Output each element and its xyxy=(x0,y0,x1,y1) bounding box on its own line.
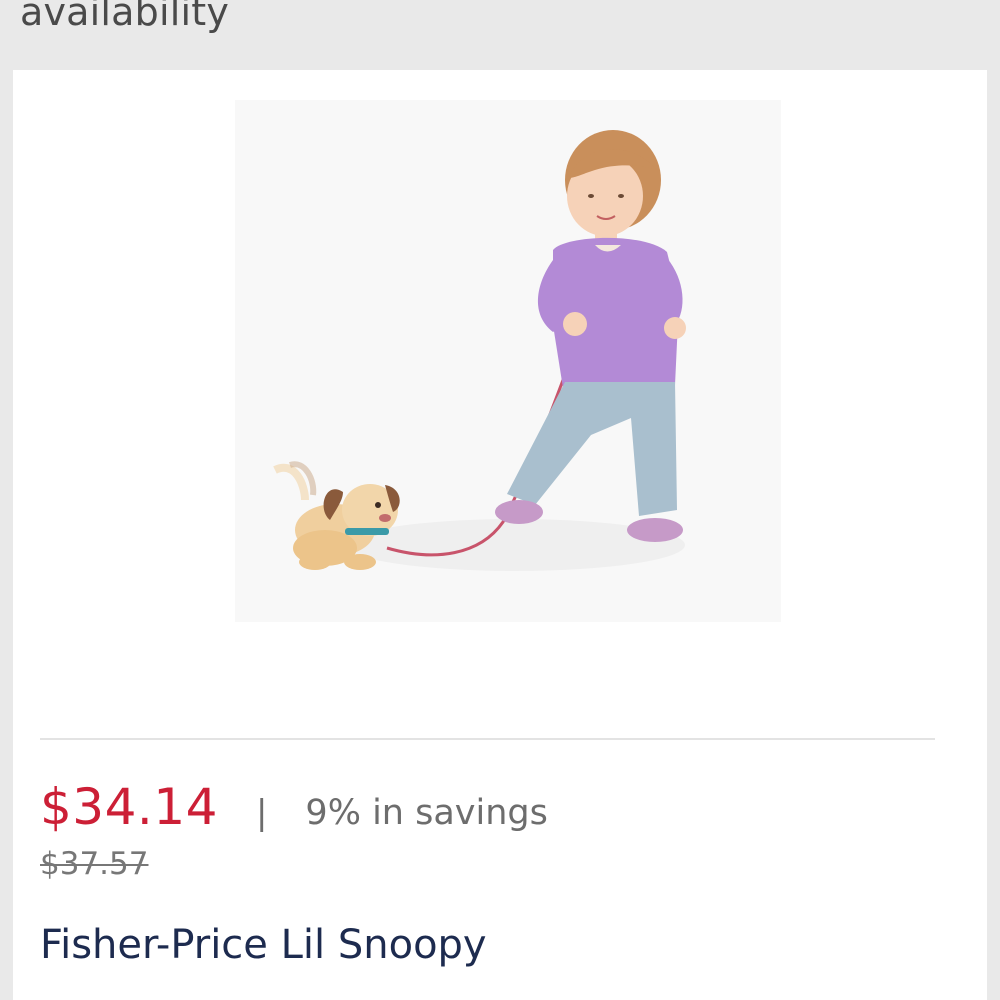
product-image[interactable] xyxy=(235,100,781,622)
original-price: $37.57 xyxy=(40,846,149,882)
section-divider xyxy=(40,738,935,740)
toddler-with-pull-toy-illustration xyxy=(273,130,686,571)
product-title[interactable]: Fisher-Price Lil Snoopy xyxy=(40,922,487,968)
price-separator: | xyxy=(255,793,268,833)
product-card[interactable]: $34.14 | 9% in savings $37.57 Fisher-Pri… xyxy=(13,70,987,1000)
page: availability $34.14 | 9% in savings $37.… xyxy=(0,0,1000,1000)
availability-heading: availability xyxy=(20,0,230,34)
price-row: $34.14 | 9% in savings xyxy=(40,778,548,836)
savings-text: 9% in savings xyxy=(305,793,548,833)
current-price: $34.14 xyxy=(40,778,218,836)
